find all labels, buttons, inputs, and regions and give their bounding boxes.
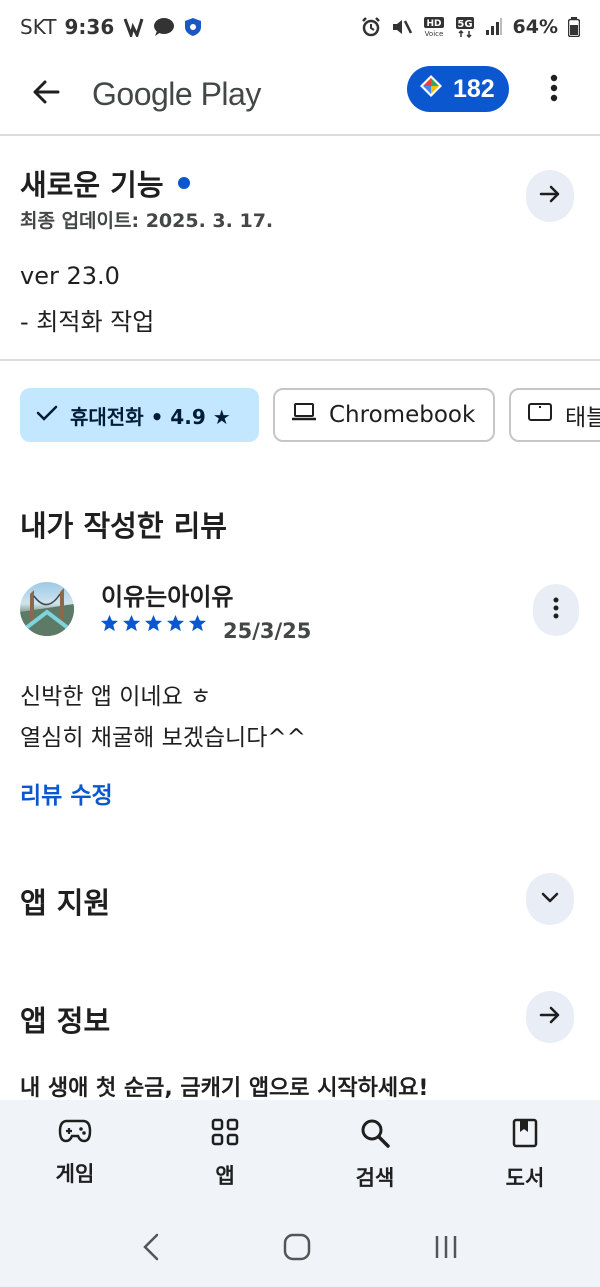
chip-phone[interactable]: 휴대전화 • 4.9 ★ [20,388,259,442]
whats-new-expand-button[interactable] [526,170,574,222]
back-button[interactable] [16,64,76,124]
chevron-down-icon [540,890,560,909]
star-icon [100,614,119,637]
network-label: 5G [457,19,472,30]
last-updated: 최종 업데이트: 2025. 3. 17. [20,210,274,232]
review-text-line-1: 신박한 앱 이네요 ㅎ [20,684,212,710]
status-right: HD Voice 5G 64% [361,16,580,38]
reviewer-name: 이유는아이유 [101,583,234,611]
about-app-button[interactable] [526,991,574,1043]
app-support-expand-button[interactable] [526,873,574,925]
app-support-title: 앱 지원 [20,886,111,920]
points-count: 182 [453,74,495,103]
chip-chromebook-label: Chromebook [329,402,476,428]
review-text-line-2: 열심히 채굴해 보겠습니다^^ [20,725,306,751]
section-divider [0,359,600,361]
mute-icon [391,17,413,37]
tablet-icon [527,402,553,428]
star-icon [122,614,141,637]
star-icon [166,614,185,637]
nav-apps[interactable]: 앱 [150,1100,300,1210]
signal-boost-icon [122,17,144,37]
my-review-title: 내가 작성한 리뷰 [20,509,227,543]
carrier-label: SKT [20,15,57,39]
arrow-right-icon [538,182,562,210]
status-bar: SKT 9:36 HD Voice 5G 64% [0,0,600,54]
update-note: - 최적화 작업 [20,308,155,336]
status-left: SKT 9:36 [20,15,202,39]
battery-icon [568,17,580,37]
nav-search-label: 검색 [355,1166,395,1190]
5g-icon: 5G [455,16,475,38]
device-filter-chips: 휴대전화 • 4.9 ★ Chromebook 태블릿 [20,388,600,442]
whats-new-title: 새로운 기능 [20,168,164,202]
more-vert-icon [553,597,559,623]
about-app-title: 앱 정보 [20,1004,111,1038]
play-points-button[interactable]: 182 [407,66,509,112]
nav-apps-label: 앱 [215,1164,235,1188]
system-home-button[interactable] [283,1233,311,1265]
apps-grid-icon [211,1118,239,1150]
bottom-navigation: 게임 앱 검색 도서 [0,1100,600,1210]
hd-label: HD [426,19,441,29]
chip-chromebook[interactable]: Chromebook [273,388,495,442]
nav-games[interactable]: 게임 [0,1100,150,1210]
version-text: ver 23.0 [20,262,120,290]
shield-icon [184,17,202,37]
signal-icon [485,18,503,36]
search-icon [360,1118,390,1152]
system-recents-button[interactable] [433,1234,459,1264]
whats-new-title-row: 새로운 기능 [20,162,190,204]
star-icon [144,614,163,637]
book-icon [512,1118,538,1152]
laptop-icon [291,402,317,428]
edit-review-link[interactable]: 리뷰 수정 [20,776,113,810]
nav-books[interactable]: 도서 [450,1100,600,1210]
chat-bubble-icon [152,17,176,37]
clock: 9:36 [64,15,115,39]
star-rating [100,614,207,637]
back-arrow-icon [31,77,61,111]
chip-tablet-label: 태블릿 [565,405,600,431]
hd-voice-icon: HD Voice [423,16,445,38]
app-title: Google Play [92,75,261,112]
new-indicator-dot [177,177,190,189]
play-points-icon [419,74,443,105]
gamepad-icon [58,1118,92,1148]
nav-games-label: 게임 [55,1162,95,1186]
about-app-description: 내 생애 첫 순금, 금캐기 앱으로 시작하세요! [20,1076,429,1101]
chip-tablet[interactable]: 태블릿 [509,388,600,442]
nav-search[interactable]: 검색 [300,1100,450,1210]
whats-new-section: 새로운 기능 최종 업데이트: 2025. 3. 17. ver 23.0 - … [0,136,600,358]
review-options-button[interactable] [533,584,579,636]
battery-percent: 64% [512,16,558,38]
app-bar: Google Play 182 [0,54,600,134]
review-date: 25/3/25 [223,619,312,643]
system-navigation-bar [0,1210,600,1287]
check-icon [36,403,58,427]
alarm-icon [361,17,381,37]
voice-label: Voice [424,30,443,38]
more-vert-icon [550,74,558,106]
more-options-button[interactable] [534,68,574,112]
avatar [20,582,74,636]
arrow-right-icon [538,1003,562,1031]
star-icon [188,614,207,637]
system-back-button[interactable] [141,1232,161,1266]
nav-books-label: 도서 [505,1166,545,1190]
chip-phone-label: 휴대전화 • 4.9 ★ [70,404,231,429]
